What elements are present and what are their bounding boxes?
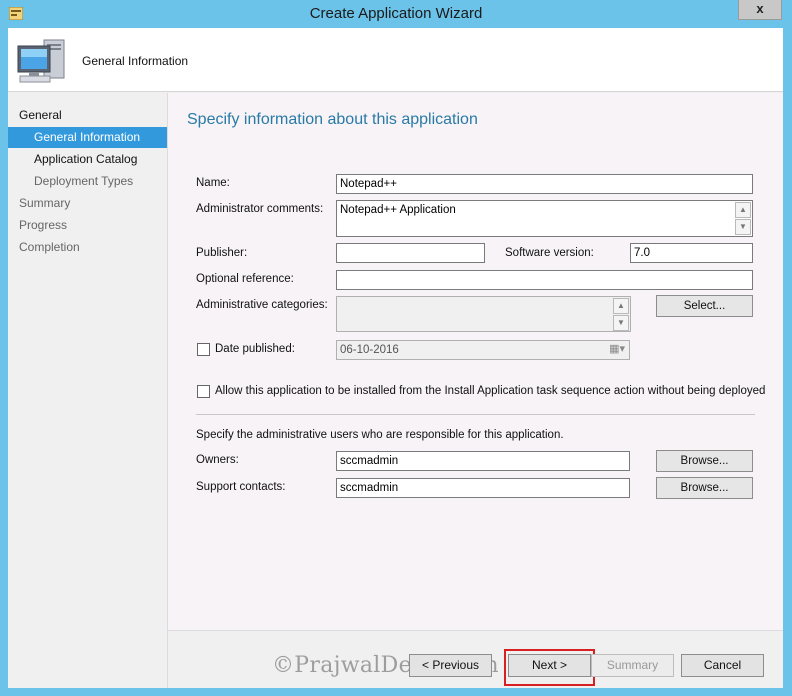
date-published-label: Date published: — [215, 343, 295, 355]
allow-install-checkbox[interactable] — [197, 385, 210, 398]
admin-categories-label: Administrative categories: — [196, 299, 328, 311]
publisher-label: Publisher: — [196, 247, 248, 259]
admin-comments-label: Administrator comments: — [196, 203, 324, 215]
close-icon: x — [756, 1, 764, 16]
wizard-footer: ©PrajwalDesai.com < Previous Next > Summ… — [167, 630, 783, 688]
sidebar-item-summary[interactable]: Summary — [8, 193, 167, 214]
date-published-checkbox[interactable] — [197, 343, 210, 356]
previous-button[interactable]: < Previous — [409, 654, 492, 677]
admin-comments-textarea[interactable]: Notepad++ Application ▲ ▼ — [336, 200, 753, 237]
next-button[interactable]: Next > — [508, 654, 591, 677]
window-title: Create Application Wizard — [309, 5, 483, 22]
admin-users-text: Specify the administrative users who are… — [196, 429, 564, 441]
sidebar-item-completion[interactable]: Completion — [8, 237, 167, 258]
header-title: General Information — [82, 54, 189, 68]
select-categories-button[interactable]: Select... — [656, 295, 753, 317]
publisher-input[interactable] — [336, 243, 485, 263]
date-published-value: 06-10-2016 — [340, 344, 399, 356]
scroll-down-icon[interactable]: ▼ — [735, 219, 751, 235]
admin-comments-value: Notepad++ Application — [340, 204, 456, 216]
cancel-button[interactable]: Cancel — [681, 654, 764, 677]
support-contacts-input[interactable]: sccmadmin — [336, 478, 630, 498]
close-button[interactable]: x — [738, 0, 782, 20]
optional-reference-input[interactable] — [336, 270, 753, 290]
optional-reference-label: Optional reference: — [196, 273, 294, 285]
wizard-sidebar: General General Information Application … — [8, 93, 167, 688]
section-separator — [196, 414, 755, 415]
allow-install-label: Allow this application to be installed f… — [215, 385, 766, 397]
page-title: Specify information about this applicati… — [187, 111, 478, 128]
software-version-input[interactable]: 7.0 — [630, 243, 753, 263]
owners-browse-button[interactable]: Browse... — [656, 450, 753, 472]
scroll-up-icon[interactable]: ▲ — [613, 298, 629, 314]
owners-input[interactable]: sccmadmin — [336, 451, 630, 471]
sidebar-item-general[interactable]: General — [8, 105, 167, 126]
wizard-header: General Information — [8, 28, 783, 92]
title-bar: Create Application Wizard x — [0, 0, 792, 28]
sidebar-item-deployment-types[interactable]: Deployment Types — [8, 171, 167, 192]
calendar-dropdown-icon[interactable]: ▦▾ — [609, 343, 625, 355]
admin-comments-scrollbar[interactable]: ▲ ▼ — [735, 202, 751, 235]
support-contacts-label: Support contacts: — [196, 481, 286, 493]
sidebar-item-general-information[interactable]: General Information — [8, 127, 167, 148]
summary-button[interactable]: Summary — [591, 654, 674, 677]
date-published-picker[interactable]: 06-10-2016 ▦▾ — [336, 340, 630, 360]
support-contacts-browse-button[interactable]: Browse... — [656, 477, 753, 499]
software-version-label: Software version: — [505, 247, 594, 259]
scroll-down-icon[interactable]: ▼ — [613, 315, 629, 331]
sidebar-item-progress[interactable]: Progress — [8, 215, 167, 236]
sidebar-item-application-catalog[interactable]: Application Catalog — [8, 149, 167, 170]
name-input[interactable]: Notepad++ — [336, 174, 753, 194]
wizard-client: General Information General General Info… — [8, 28, 783, 688]
scroll-up-icon[interactable]: ▲ — [735, 202, 751, 218]
admin-categories-scrollbar[interactable]: ▲ ▼ — [613, 298, 629, 331]
computer-icon — [17, 39, 65, 83]
content-pane: Specify information about this applicati… — [167, 93, 783, 630]
wizard-window: Create Application Wizard x General Info… — [0, 0, 792, 696]
name-label: Name: — [196, 177, 230, 189]
owners-label: Owners: — [196, 454, 239, 466]
admin-categories-list[interactable]: ▲ ▼ — [336, 296, 631, 332]
